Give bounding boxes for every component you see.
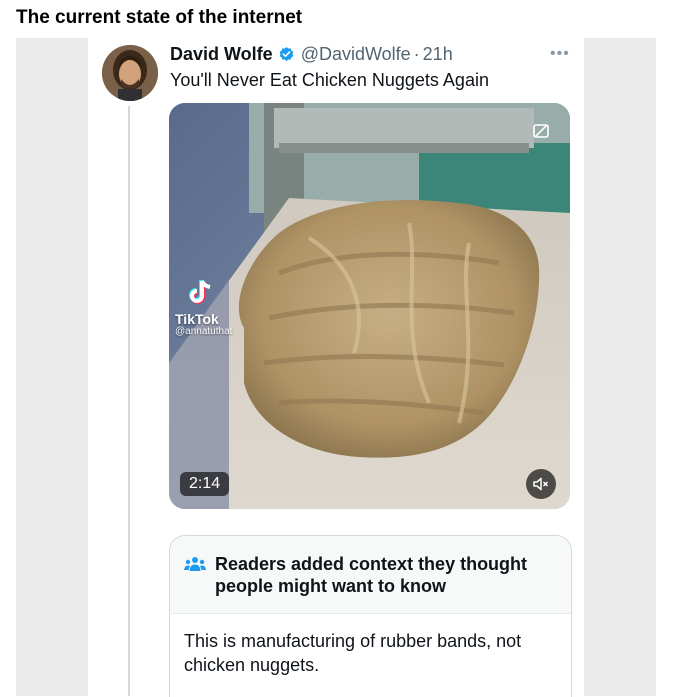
community-note-header: Readers added context they thought peopl…	[170, 536, 571, 614]
mute-icon	[533, 477, 549, 491]
more-options-icon[interactable]: •••	[550, 45, 570, 63]
avatar[interactable]	[102, 45, 158, 101]
tiktok-username: @annatuthat	[175, 326, 233, 337]
video-duration: 2:14	[180, 472, 230, 496]
people-icon	[184, 557, 206, 571]
tweet-timestamp[interactable]: 21h	[423, 44, 453, 65]
community-note-body: This is manufacturing of rubber bands, n…	[184, 631, 522, 675]
separator-dot: ·	[413, 43, 420, 64]
community-note-title: Readers added context they thought peopl…	[215, 554, 528, 596]
tweet-author-row: David Wolfe @DavidWolfe · 21h	[170, 42, 453, 66]
video-player[interactable]: TikTok @annatuthat 2:14	[169, 103, 570, 509]
tweet-text: You'll Never Eat Chicken Nuggets Again	[170, 70, 489, 90]
content-warning-icon[interactable]	[532, 122, 550, 140]
tiktok-label: TikTok	[175, 311, 219, 327]
author-handle[interactable]: @DavidWolfe	[301, 44, 411, 65]
thread-line	[128, 106, 130, 696]
avatar-image	[102, 45, 158, 101]
tiktok-watermark: TikTok @annatuthat	[175, 277, 232, 337]
tiktok-logo-icon	[189, 280, 211, 304]
mute-button[interactable]	[526, 469, 556, 499]
community-note[interactable]: Readers added context they thought peopl…	[169, 535, 572, 697]
author-name[interactable]: David Wolfe	[170, 44, 273, 65]
page-heading: The current state of the internet	[16, 7, 303, 28]
verified-badge-icon	[278, 46, 295, 63]
